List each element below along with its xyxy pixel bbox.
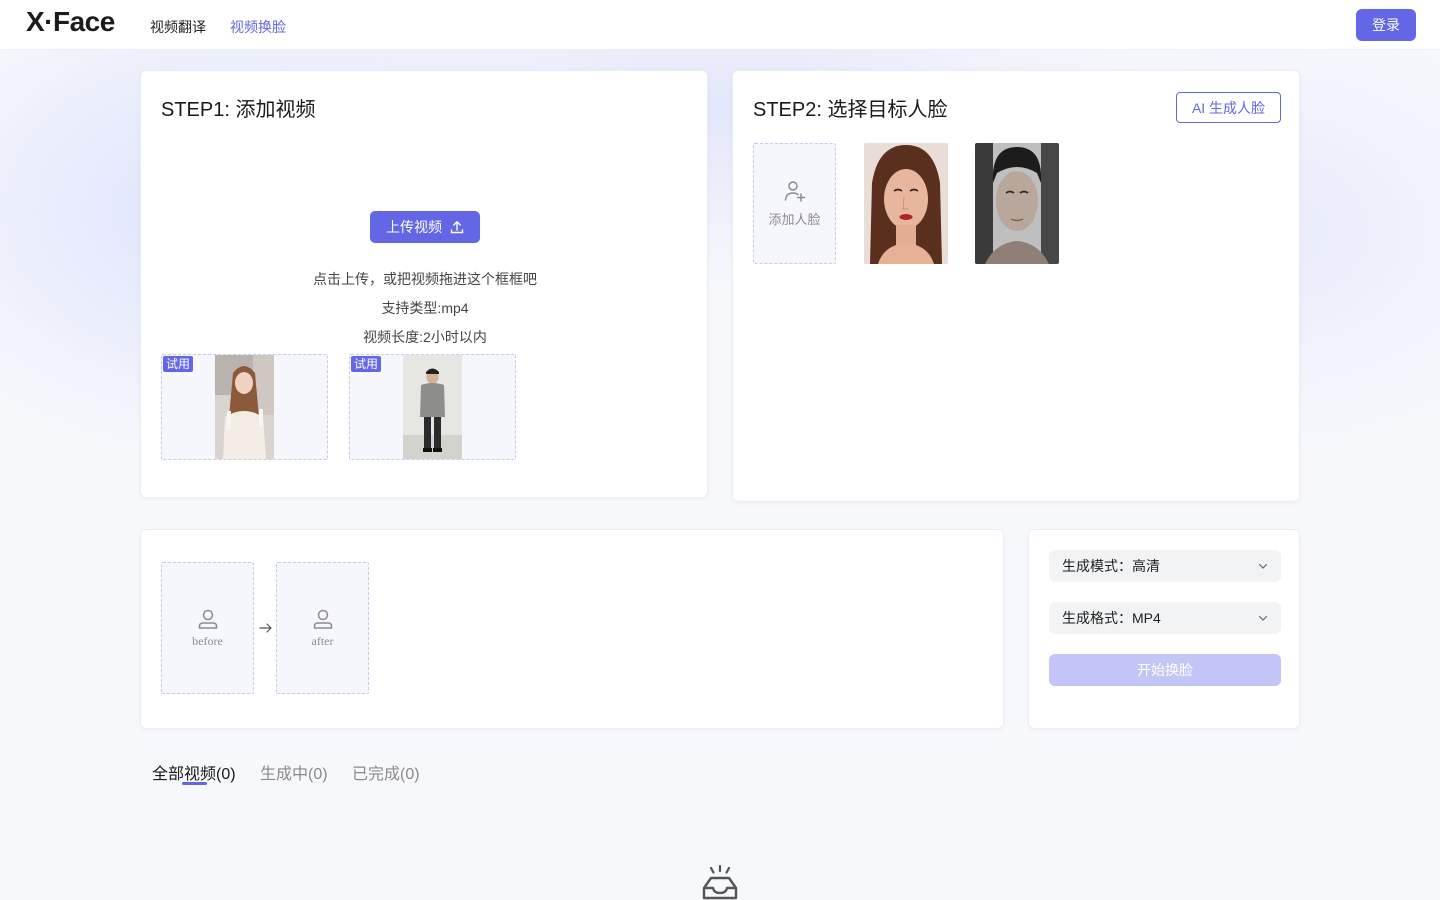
sample-video-2[interactable]: 试用 [349, 354, 516, 460]
after-label: after [311, 633, 334, 648]
generation-format-value: 生成格式：MP4 [1062, 610, 1161, 626]
face-man-icon [975, 143, 1059, 264]
add-face-button[interactable]: 添加人脸 [753, 143, 836, 264]
active-tab-indicator [182, 782, 207, 785]
video-thumbnail-woman [215, 355, 274, 459]
supported-type: 支持类型:mp4 [381, 300, 469, 316]
before-label: before [192, 633, 223, 648]
step2-title: STEP2: 选择目标人脸 [753, 99, 948, 121]
step1-card[interactable]: STEP1: 添加视频 上传视频 点击上传，或把视频拖进这个框框吧 支持类型:m… [140, 70, 708, 498]
arrow-right-icon [259, 623, 272, 633]
length-limit: 视频长度:2小时以内 [363, 329, 487, 345]
step2-card: STEP2: 选择目标人脸 AI 生成人脸 添加人脸 [732, 70, 1300, 502]
logo: X·Face [26, 6, 115, 37]
before-slot: before [161, 562, 254, 694]
generation-mode-value: 生成模式：高清 [1062, 558, 1160, 574]
empty-inbox-icon [702, 864, 738, 900]
user-icon [198, 609, 217, 629]
start-face-swap-button[interactable]: 开始换脸 [1049, 654, 1281, 686]
sample-video-1[interactable]: 试用 [161, 354, 328, 460]
top-header: X·Face 视频翻译 视频换脸 登录 [0, 0, 1440, 50]
chevron-down-icon [1258, 563, 1268, 569]
tab-generating[interactable]: 生成中(0) [260, 760, 328, 784]
nav-video-translate[interactable]: 视频翻译 [150, 17, 206, 37]
face-option-woman[interactable] [864, 143, 948, 264]
add-user-icon [784, 181, 805, 202]
ai-generate-face-button[interactable]: AI 生成人脸 [1176, 92, 1281, 123]
trial-badge: 试用 [351, 356, 382, 372]
generation-mode-select[interactable]: 生成模式：高清 [1049, 550, 1281, 582]
user-icon [313, 609, 332, 629]
trial-badge: 试用 [163, 356, 194, 372]
upload-icon [450, 221, 464, 234]
chevron-down-icon [1258, 615, 1268, 621]
step1-title: STEP1: 添加视频 [161, 99, 316, 121]
tab-completed[interactable]: 已完成(0) [352, 760, 420, 784]
face-option-man[interactable] [975, 143, 1059, 264]
upload-video-label: 上传视频 [386, 219, 442, 235]
preview-card: before after [140, 529, 1004, 729]
generation-format-select[interactable]: 生成格式：MP4 [1049, 602, 1281, 634]
login-button[interactable]: 登录 [1356, 9, 1416, 41]
after-slot: after [276, 562, 369, 694]
upload-video-button[interactable]: 上传视频 [370, 211, 480, 243]
tab-all-videos[interactable]: 全部视频(0) [152, 760, 236, 784]
video-thumbnail-man [403, 355, 462, 459]
add-face-label: 添加人脸 [768, 212, 821, 227]
nav-face-swap[interactable]: 视频换脸 [230, 17, 286, 37]
settings-card: 生成模式：高清 生成格式：MP4 开始换脸 [1028, 529, 1300, 729]
upload-hint: 点击上传，或把视频拖进这个框框吧 [313, 271, 537, 287]
face-woman-icon [864, 143, 948, 264]
